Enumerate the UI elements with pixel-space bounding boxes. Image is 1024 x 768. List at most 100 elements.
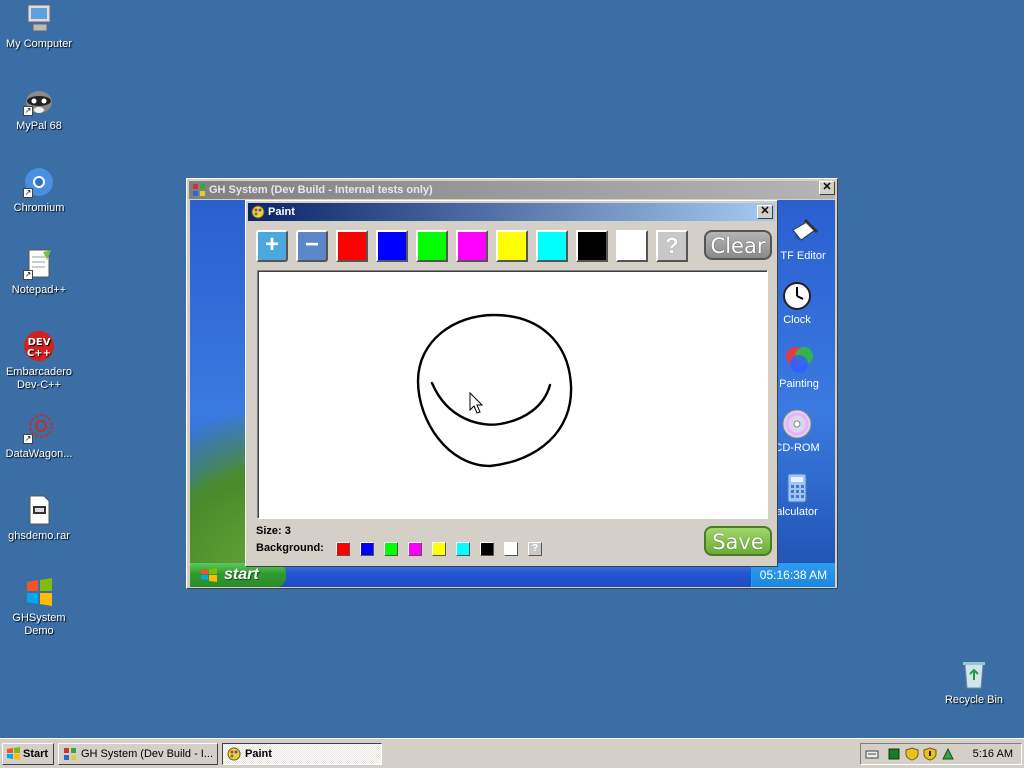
background-swatch-red[interactable] — [336, 542, 350, 556]
question-mark-icon: ? — [531, 543, 539, 554]
system-taskbar: Start GH System (Dev Build - I... Paint … — [0, 738, 1024, 768]
recycle-bin-icon — [958, 658, 990, 690]
size-label: Size: 3 — [256, 525, 291, 537]
svg-text:C++: C++ — [27, 348, 51, 359]
security-shield-icon[interactable] — [905, 747, 919, 761]
color-swatch-white[interactable] — [616, 230, 648, 262]
windows-flag-icon — [200, 567, 218, 583]
shortcut-arrow-icon: ↗ — [23, 106, 33, 116]
desktop-icon-label: GHSystem Demo — [12, 612, 66, 637]
desktop-icon-ghsdemo-rar[interactable]: ghsdemo.rar — [1, 494, 77, 543]
minus-icon: − — [304, 231, 319, 258]
background-swatch-white[interactable] — [504, 542, 518, 556]
start-button[interactable]: Start — [2, 743, 54, 765]
color-swatch-blue[interactable] — [376, 230, 408, 262]
start-label: Start — [23, 748, 49, 760]
gh-icon-rtf-editor[interactable]: TF Editor — [768, 216, 835, 262]
chromium-icon: ↗ — [23, 166, 55, 198]
desktop-icon-label: Notepad++ — [11, 284, 67, 296]
taskbar-item-label: GH System (Dev Build - I... — [81, 748, 214, 760]
paint-close-button[interactable]: ✕ — [757, 205, 773, 219]
devcpp-icon: DEV C++ — [23, 330, 55, 362]
background-swatch-green[interactable] — [384, 542, 398, 556]
save-button[interactable]: Save — [704, 526, 772, 556]
taskbar-item-paint[interactable]: Paint — [222, 743, 382, 765]
close-icon: ✕ — [760, 205, 770, 217]
gh-icon-label: TF Editor — [780, 250, 826, 262]
desktop-icon-ghsystem-demo[interactable]: GHSystem Demo — [1, 576, 77, 638]
desktop-icon-recycle-bin[interactable]: Recycle Bin — [936, 658, 1012, 707]
desktop-icon-label: Chromium — [13, 202, 65, 214]
close-icon: ✕ — [822, 181, 832, 193]
shortcut-arrow-icon: ↗ — [23, 270, 33, 280]
color-swatch-yellow[interactable] — [496, 230, 528, 262]
update-icon[interactable] — [941, 747, 955, 761]
desktop-icon-notepadpp[interactable]: ↗ Notepad++ — [1, 248, 77, 297]
desktop-icon-label: DataWagon... — [5, 448, 73, 460]
desktop-icon-devcpp[interactable]: DEV C++ Embarcadero Dev-C++ — [1, 330, 77, 392]
shortcut-arrow-icon: ↗ — [23, 188, 33, 198]
background-custom-color-button[interactable]: ? — [528, 542, 542, 556]
gh-icon-label: alculator — [776, 506, 818, 518]
background-swatch-black[interactable] — [480, 542, 494, 556]
paint-title: Paint — [268, 206, 295, 218]
gh-icon-label: CD-ROM — [774, 442, 820, 454]
plus-icon: + — [264, 231, 279, 258]
drawing-canvas[interactable] — [257, 270, 768, 519]
gh-system-close-button[interactable]: ✕ — [819, 181, 835, 195]
paint-window: Paint ✕ + − ? Clear Size: 3 Background: — [245, 200, 778, 567]
security-shield-alert-icon[interactable] — [923, 747, 937, 761]
keyboard-icon[interactable] — [865, 747, 879, 761]
gh-icon-label: Painting — [779, 378, 819, 390]
color-swatch-green[interactable] — [416, 230, 448, 262]
taskbar-item-gh-system[interactable]: GH System (Dev Build - I... — [58, 743, 218, 765]
system-tray: 5:16 AM — [860, 743, 1022, 765]
desktop-icon-chromium[interactable]: ↗ Chromium — [1, 166, 77, 215]
color-swatch-red[interactable] — [336, 230, 368, 262]
gh-system-title: GH System (Dev Build - Internal tests on… — [209, 184, 433, 196]
background-swatch-yellow[interactable] — [432, 542, 446, 556]
rar-file-icon — [23, 494, 55, 526]
calculator-icon — [781, 472, 813, 504]
question-mark-icon: ? — [665, 233, 679, 258]
drawn-smile-stroke — [430, 381, 552, 426]
color-swatch-black[interactable] — [576, 230, 608, 262]
windows-flag-icon — [6, 747, 21, 761]
cdrom-icon — [781, 408, 813, 440]
background-swatch-magenta[interactable] — [408, 542, 422, 556]
gh-system-app-icon — [192, 183, 206, 197]
desktop-icon-label: Recycle Bin — [944, 694, 1004, 706]
desktop-icon-label: MyPal 68 — [16, 120, 62, 132]
mouse-cursor-icon — [469, 391, 484, 414]
notepadpp-icon: ↗ — [23, 248, 55, 280]
gh-system-titlebar[interactable]: GH System (Dev Build - Internal tests on… — [189, 181, 835, 199]
mypal-raccoon-icon: ↗ — [23, 84, 55, 116]
paint-titlebar[interactable]: Paint — [248, 203, 775, 221]
desktop-icon-my-computer[interactable]: My Computer — [1, 2, 77, 51]
shortcut-arrow-icon: ↗ — [23, 434, 33, 444]
color-swatch-magenta[interactable] — [456, 230, 488, 262]
decrease-size-button[interactable]: − — [296, 230, 328, 262]
paint-app-icon — [227, 747, 241, 761]
custom-color-button[interactable]: ? — [656, 230, 688, 262]
background-swatch-blue[interactable] — [360, 542, 374, 556]
windows-flag-icon — [23, 576, 55, 608]
my-computer-icon — [23, 2, 55, 34]
desktop-icon-label: Embarcadero Dev-C++ — [5, 366, 73, 391]
desktop-icon-datawagon[interactable]: ↗ DataWagon... — [1, 412, 77, 461]
datawagon-icon: ↗ — [23, 412, 55, 444]
clear-button[interactable]: Clear — [704, 230, 772, 260]
drawing-surface — [416, 313, 573, 468]
painting-icon — [783, 344, 815, 376]
rtf-editor-icon — [787, 216, 819, 248]
increase-size-button[interactable]: + — [256, 230, 288, 262]
color-swatch-cyan[interactable] — [536, 230, 568, 262]
background-swatch-cyan[interactable] — [456, 542, 470, 556]
network-icon[interactable] — [887, 747, 901, 761]
taskbar-item-label: Paint — [245, 748, 272, 760]
clock-icon — [781, 280, 813, 312]
desktop-icon-mypal[interactable]: ↗ MyPal 68 — [1, 84, 77, 133]
gh-inner-start-label: start — [224, 566, 259, 583]
desktop-icon-label: ghsdemo.rar — [8, 530, 70, 542]
paint-app-icon — [251, 205, 265, 219]
